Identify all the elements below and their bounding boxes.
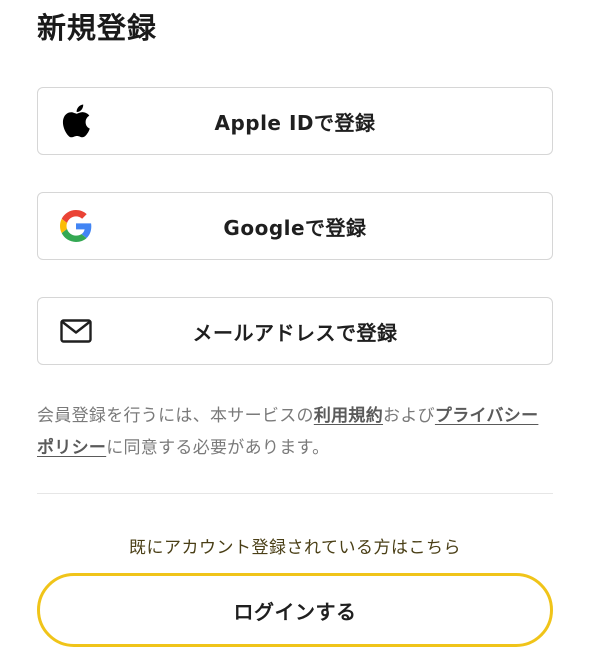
terms-of-service-link[interactable]: 利用規約 — [314, 406, 383, 426]
apple-signup-button[interactable]: Apple IDで登録 — [37, 87, 553, 155]
terms-prefix: 会員登録を行うには、本サービスの — [37, 406, 314, 426]
mail-icon — [58, 313, 94, 349]
google-signup-button[interactable]: Googleで登録 — [37, 192, 553, 260]
google-signup-label: Googleで登録 — [223, 215, 367, 240]
terms-notice: 会員登録を行うには、本サービスの利用規約およびプライバシーポリシーに同意する必要… — [37, 400, 553, 464]
terms-middle: および — [383, 406, 435, 426]
email-signup-button[interactable]: メールアドレスで登録 — [37, 297, 553, 365]
login-button[interactable]: ログインする — [37, 573, 553, 647]
login-button-label: ログインする — [233, 599, 357, 624]
email-signup-label: メールアドレスで登録 — [192, 320, 398, 345]
page-title: 新規登録 — [37, 11, 158, 45]
existing-account-prompt: 既にアカウント登録されている方はこちら — [129, 538, 461, 558]
google-icon — [58, 208, 94, 244]
apple-icon — [58, 103, 94, 139]
apple-signup-label: Apple IDで登録 — [214, 110, 376, 135]
terms-suffix: に同意する必要があります。 — [106, 438, 330, 458]
divider — [37, 493, 553, 494]
